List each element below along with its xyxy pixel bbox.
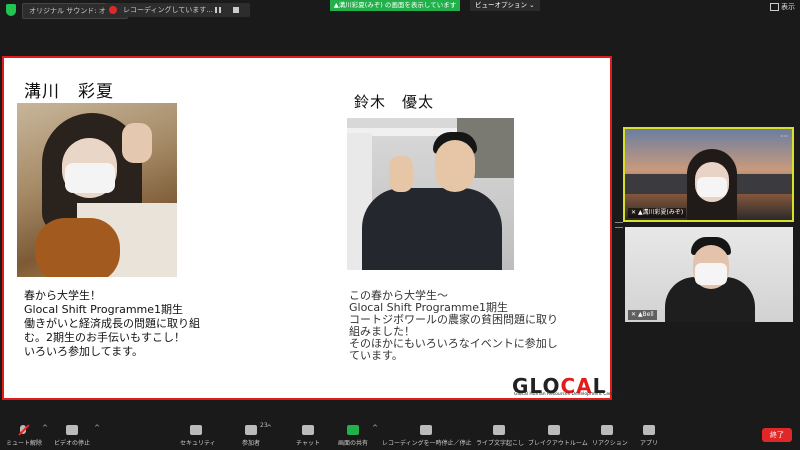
desc-line: 働きがいと経済成長の問題に取り組 <box>24 317 200 330</box>
recording-control-button[interactable]: レコーディングを一時停止／停止 <box>382 420 472 450</box>
person1-description: 春から大学生！ Glocal Shift Programme1期生 働きがいと経… <box>24 289 200 359</box>
top-bar: オリジナル サウンド: オフ ⌄ レコーディングしています... ▲溝川彩夏(み… <box>0 0 800 20</box>
share-banner: ▲溝川彩夏(みぞ) の画面を表示しています <box>330 0 460 11</box>
meeting-toolbar: ミュート解除 ^ ビデオの停止 ^ セキュリティ 参加者 23 ^ チャット 画… <box>0 420 800 450</box>
participants-button[interactable]: 参加者 23 ^ <box>238 420 272 450</box>
participant-video-active[interactable]: ··· ✕ ▲溝川彩夏(みぞ) <box>623 127 794 222</box>
chevron-up-icon[interactable]: ^ <box>94 424 100 432</box>
desc-line: ています。 <box>349 349 403 362</box>
end-meeting-button[interactable]: 終了 <box>762 428 792 442</box>
original-sound-label: オリジナル サウンド: オフ <box>29 7 113 15</box>
mute-button[interactable]: ミュート解除 ^ <box>6 420 48 450</box>
share-screen-button[interactable]: 画面の共有 ^ <box>336 420 378 450</box>
view-options-button[interactable]: ビューオプション ⌄ <box>470 0 540 11</box>
reactions-button[interactable]: リアクション <box>592 420 628 450</box>
person2-name: 鈴木 優太 <box>354 93 435 111</box>
person2-description: この春から大学生〜 Glocal Shift Programme1期生 コートジ… <box>349 290 558 362</box>
apps-button[interactable]: アプリ <box>640 420 658 450</box>
record-icon <box>109 6 117 14</box>
display-label: 表示 <box>781 3 795 11</box>
breakout-rooms-icon <box>548 425 560 435</box>
stop-icon[interactable] <box>233 7 239 13</box>
video-camera-icon <box>66 425 78 435</box>
person2-photo <box>347 118 514 270</box>
cc-icon <box>493 425 505 435</box>
share-screen-icon <box>347 425 359 435</box>
people-icon <box>245 425 257 435</box>
chat-button[interactable]: チャット <box>296 420 320 450</box>
logo-subtitle: Glocal Human Resources Development Cente… <box>514 392 619 397</box>
security-button[interactable]: セキュリティ <box>180 420 216 450</box>
recording-label: レコーディングしています... <box>123 6 213 14</box>
more-options-icon[interactable]: ··· <box>780 132 788 141</box>
pause-stop-icon <box>420 425 432 435</box>
shield-icon <box>190 425 202 435</box>
breakout-rooms-button[interactable]: ブレイクアウトルーム <box>528 420 588 450</box>
shield-icon[interactable] <box>6 4 16 16</box>
stop-video-button[interactable]: ビデオの停止 ^ <box>52 420 100 450</box>
participant-video[interactable]: ✕ ▲Bell <box>625 227 793 322</box>
thumbnail-resize-handle[interactable] <box>615 222 623 228</box>
display-icon <box>770 3 779 11</box>
microphone-muted-icon <box>17 425 29 435</box>
desc-line: いろいろ参加してます。 <box>24 345 144 358</box>
apps-icon <box>643 425 655 435</box>
display-button[interactable]: 表示 <box>770 2 795 12</box>
person1-name: 溝川 彩夏 <box>24 82 114 102</box>
desc-line: Glocal Shift Programme1期生 <box>24 303 184 316</box>
desc-line: 春から大学生！ <box>24 289 101 302</box>
person1-photo <box>17 103 177 277</box>
pause-icon[interactable] <box>215 7 221 13</box>
shared-screen-slide: 溝川 彩夏 春から大学生！ Glocal Shift Programme1期生 … <box>2 56 618 400</box>
participant-name: ✕ ▲Bell <box>628 310 657 320</box>
desc-line: む。2期生のお手伝いもすこし！ <box>24 331 185 344</box>
smiley-icon <box>601 425 613 435</box>
chevron-up-icon[interactable]: ^ <box>42 424 48 432</box>
chevron-up-icon[interactable]: ^ <box>266 424 272 432</box>
recording-indicator: レコーディングしています... <box>105 3 250 17</box>
chat-icon <box>302 425 314 435</box>
live-transcription-button[interactable]: ライブ文字起こし <box>476 420 524 450</box>
chevron-up-icon[interactable]: ^ <box>372 424 378 432</box>
participant-name: ✕ ▲溝川彩夏(みぞ) <box>628 208 687 218</box>
